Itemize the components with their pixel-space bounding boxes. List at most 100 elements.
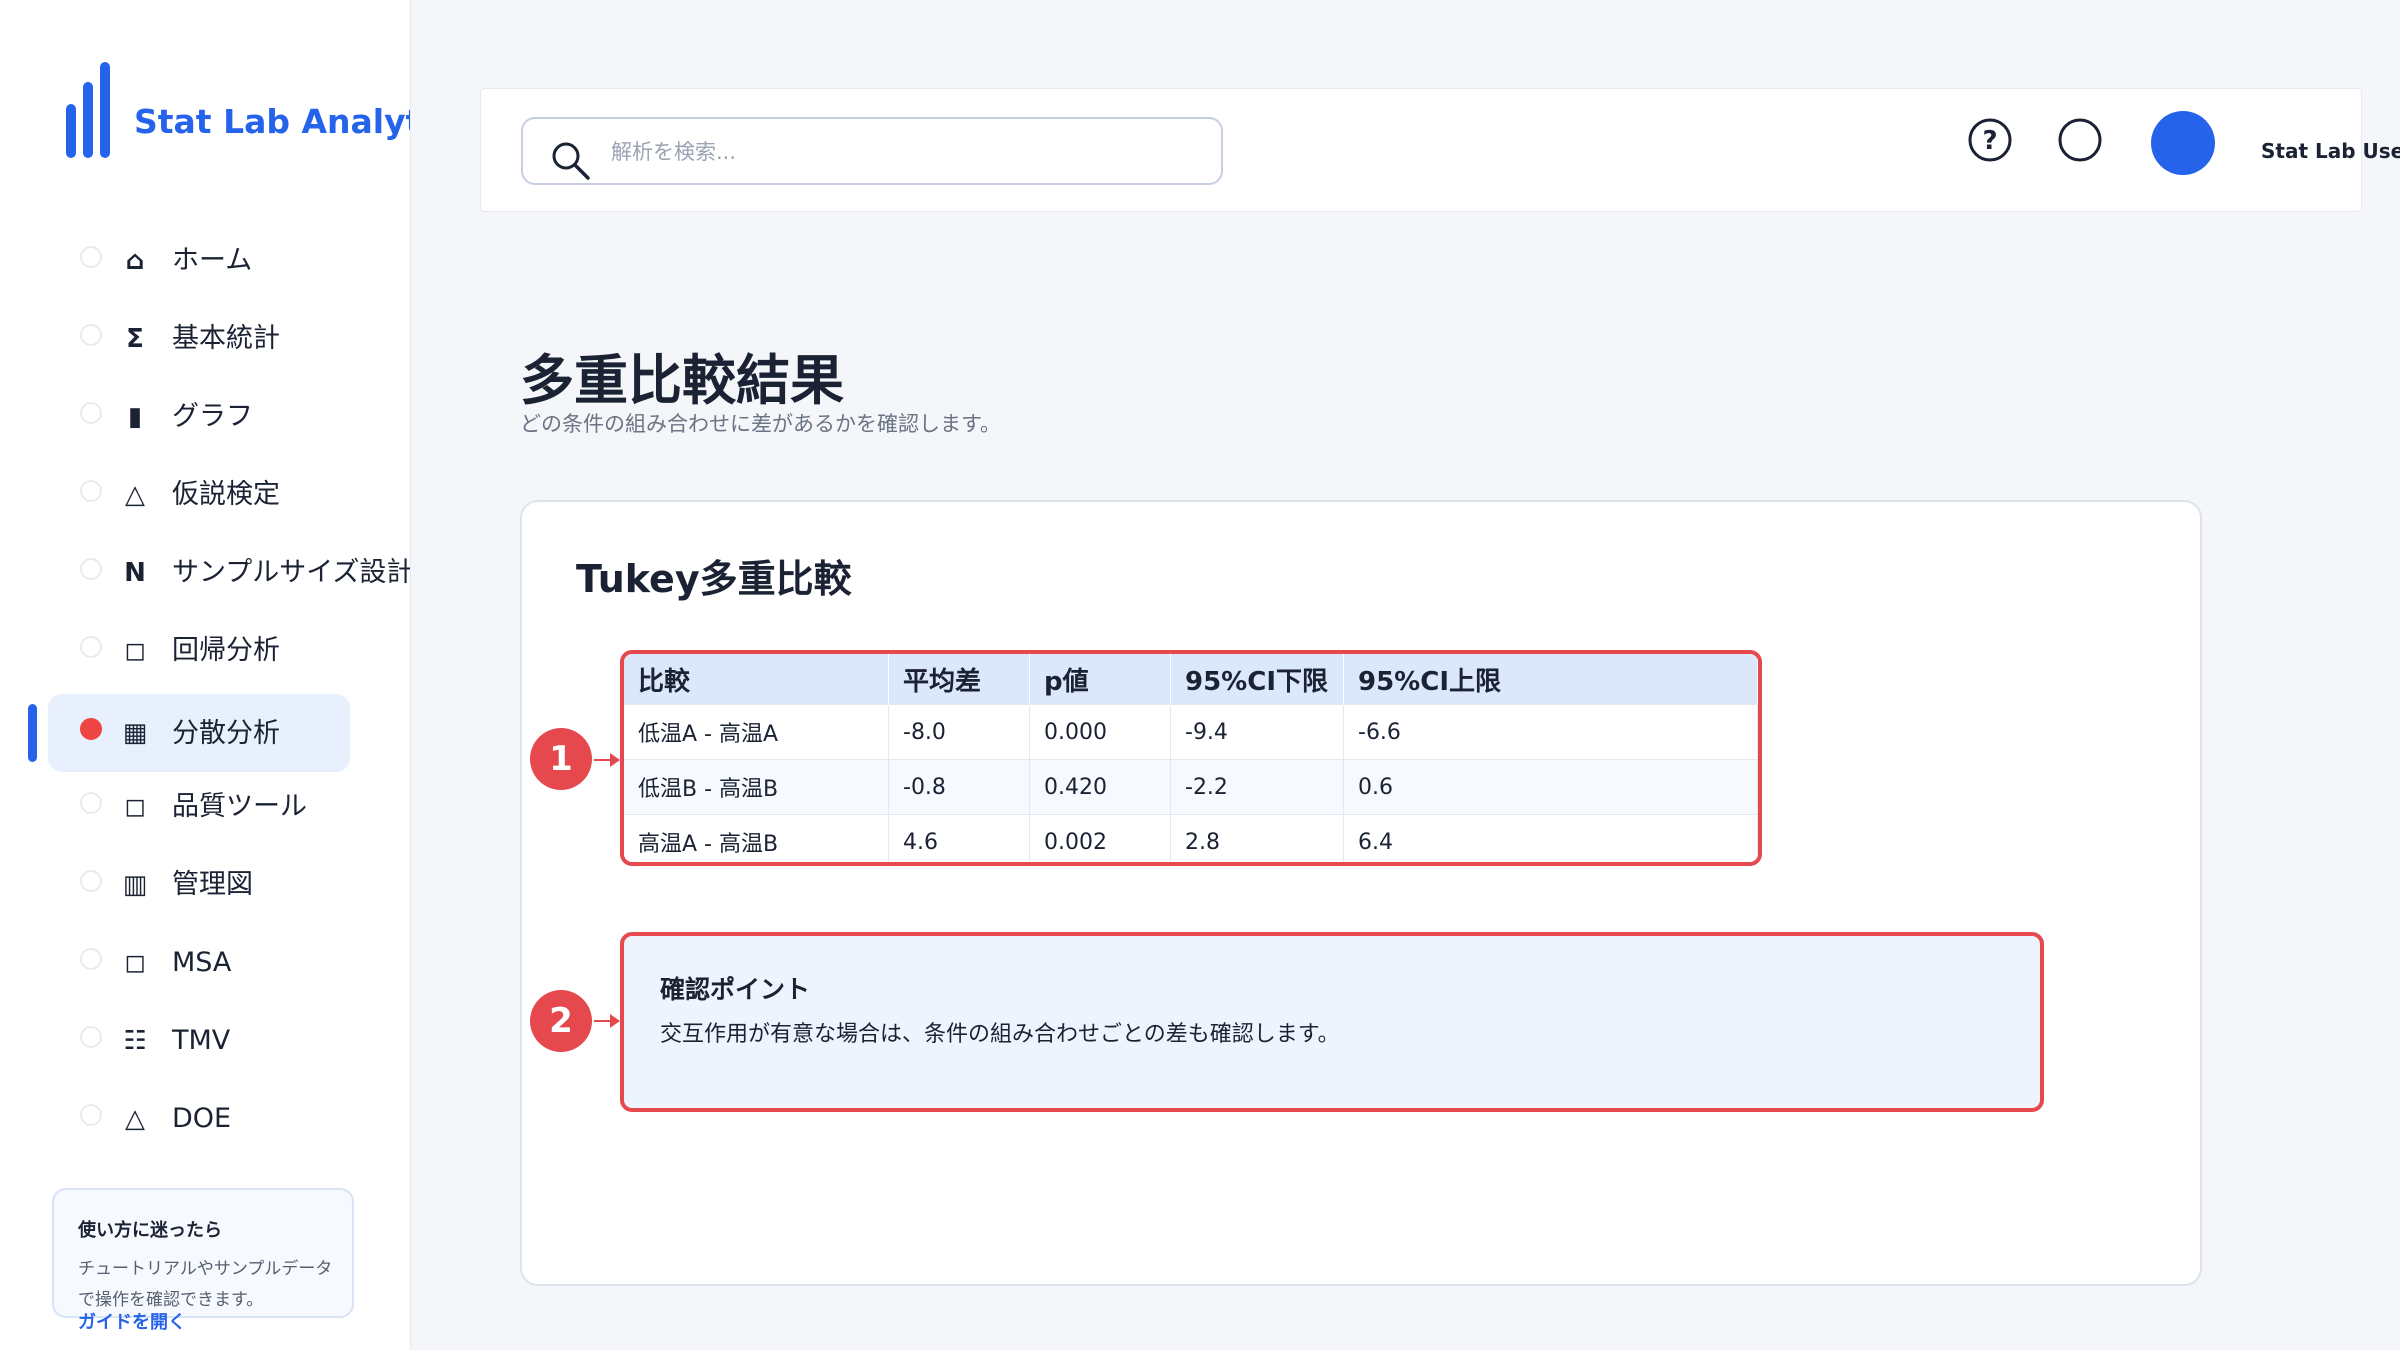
status-dot	[80, 718, 102, 740]
table-cell: 0.420	[1029, 759, 1171, 815]
status-dot	[80, 948, 102, 970]
help-icon[interactable]: ?	[1967, 117, 2013, 163]
check-point-callout: 確認ポイント 交互作用が有意な場合は、条件の組み合わせごとの差も確認します。	[620, 932, 2044, 1112]
sidebar-item[interactable]: ▮ グラフ	[0, 378, 410, 456]
home-icon: ⌂	[125, 246, 145, 276]
logo-icon	[66, 62, 110, 158]
column-header: 比較	[624, 654, 889, 705]
notification-icon[interactable]	[2057, 117, 2103, 163]
sidebar-item-label: 管理図	[172, 869, 253, 900]
table-row: 低温A - 高温A -8.0 0.000 -9.4 -6.6	[624, 704, 1758, 760]
table-cell: 0.002	[1029, 814, 1171, 862]
sidebar-item-label: DOE	[172, 1103, 232, 1134]
status-dot	[80, 870, 102, 892]
sidebar-item-label: TMV	[172, 1025, 231, 1056]
search-box[interactable]	[521, 117, 1223, 185]
n-icon: N	[124, 558, 146, 588]
sidebar-item[interactable]: ◻ 品質ツール	[0, 768, 410, 846]
annotation-marker-2: 2	[530, 990, 592, 1052]
card-title: Tukey多重比較	[576, 557, 852, 601]
sidebar-item[interactable]: ☷ TMV	[0, 1002, 410, 1080]
sidebar-item[interactable]: ▦ 分散分析	[0, 690, 410, 772]
table-cell: -8.0	[888, 704, 1030, 760]
page-subtitle: どの条件の組み合わせに差があるかを確認します。	[520, 412, 1001, 436]
sidebar-item[interactable]: △ DOE	[0, 1080, 410, 1158]
sidebar-item-label: サンプルサイズ設計	[172, 557, 411, 588]
sidebar-item[interactable]: N サンプルサイズ設計	[0, 534, 410, 612]
comparison-table: 比較 平均差 p値 95%CI下限 95%CI上限 低温A - 高温A -8.0 0.000…	[620, 650, 1762, 866]
page-title: 多重比較結果	[520, 349, 844, 412]
sidebar-item-label: 回帰分析	[172, 635, 280, 666]
open-guide-link[interactable]: ガイドを開く	[78, 1308, 186, 1334]
search-input[interactable]	[609, 133, 1193, 171]
status-dot	[80, 558, 102, 580]
column-header: 平均差	[888, 654, 1030, 705]
sidebar-item-label: 分散分析	[172, 718, 280, 749]
sidebar-item[interactable]: Σ 基本統計	[0, 300, 410, 378]
column-header: 95%CI上限	[1343, 654, 1758, 705]
annotation-marker-1: 1	[530, 728, 592, 790]
table-cell: -9.4	[1170, 704, 1344, 760]
callout-title: 確認ポイント	[660, 975, 811, 1004]
square-icon: ◻	[124, 948, 146, 978]
status-dot	[80, 402, 102, 424]
table-cell: -0.8	[888, 759, 1030, 815]
table-row: 高温A - 高温B 4.6 0.002 2.8 6.4	[624, 814, 1758, 862]
sidebar-item-label: MSA	[172, 947, 232, 978]
sidebar-item[interactable]: ⌂ ホーム	[0, 222, 410, 300]
status-dot	[80, 636, 102, 658]
annotation-arrow-1	[594, 753, 620, 767]
columns-icon: ▥	[122, 870, 148, 900]
help-description: チュートリアルやサンプルデータで操作を確認できます。	[78, 1259, 333, 1310]
status-dot	[80, 1026, 102, 1048]
avatar[interactable]	[2151, 111, 2215, 175]
top-header: ? Stat Lab User	[480, 88, 2400, 212]
help-card: 使い方に迷ったら チュートリアルやサンプルデータで操作を確認できます。	[52, 1188, 354, 1318]
grid-icon: ▦	[122, 718, 148, 748]
sidebar-item[interactable]: ◻ 回帰分析	[0, 612, 410, 690]
list-icon: ☷	[123, 1026, 147, 1056]
sidebar-item-label: 仮説検定	[172, 479, 280, 510]
table-cell: -2.2	[1170, 759, 1344, 815]
table-cell: 4.6	[888, 814, 1030, 862]
table-body: 低温A - 高温A -8.0 0.000 -9.4 -6.6 低温B - 高温B -0.8 0…	[624, 704, 1758, 862]
status-dot	[80, 324, 102, 346]
sidebar-item[interactable]: △ 仮説検定	[0, 456, 410, 534]
user-name: Stat Lab User	[2261, 139, 2400, 163]
table-cell: 低温A - 高温A	[624, 704, 889, 760]
callout-text: 交互作用が有意な場合は、条件の組み合わせごとの差も確認します。	[660, 1022, 1340, 1047]
triangle-icon: △	[125, 1104, 145, 1134]
sigma-icon: Σ	[126, 324, 144, 354]
sidebar-item-label: 基本統計	[172, 323, 280, 354]
table-cell: -6.6	[1343, 704, 1758, 760]
sidebar-item-label: ホーム	[172, 245, 253, 276]
annotation-arrow-2	[594, 1014, 620, 1028]
table-cell: 低温B - 高温B	[624, 759, 889, 815]
sidebar: Stat Lab Analytics ⌂ ホーム Σ 基本統計 ▮ グラフ △ 仮説検定 N サン…	[0, 0, 411, 1350]
sidebar-item-label: グラフ	[172, 401, 253, 432]
table-cell: 0.000	[1029, 704, 1171, 760]
sidebar-nav: ⌂ ホーム Σ 基本統計 ▮ グラフ △ 仮説検定 N サンプルサイズ設計 ◻ 回帰分析 ▦ 分散分析 ◻ 品…	[0, 222, 410, 1158]
column-header: 95%CI下限	[1170, 654, 1344, 705]
status-dot	[80, 792, 102, 814]
bar-chart-icon: ▮	[127, 402, 143, 432]
status-dot	[80, 246, 102, 268]
svg-text:?: ?	[1982, 126, 1997, 156]
help-title: 使い方に迷ったら	[78, 1220, 222, 1241]
square-icon: ◻	[124, 636, 146, 666]
table-row: 低温B - 高温B -0.8 0.420 -2.2 0.6	[624, 759, 1758, 815]
search-icon	[552, 142, 590, 180]
results-card: Tukey多重比較 1 比較 平均差 p値 95%CI下限 95%CI上限 低温A - …	[520, 500, 2202, 1286]
column-header: p値	[1029, 654, 1171, 705]
table-cell: 0.6	[1343, 759, 1758, 815]
sidebar-item[interactable]: ◻ MSA	[0, 924, 410, 1002]
square-icon: ◻	[124, 792, 146, 822]
active-item-indicator	[28, 704, 37, 762]
sidebar-item-label: 品質ツール	[172, 791, 307, 822]
status-dot	[80, 480, 102, 502]
table-cell: 高温A - 高温B	[624, 814, 889, 862]
app-name: Stat Lab Analytics	[134, 102, 410, 141]
sidebar-item[interactable]: ▥ 管理図	[0, 846, 410, 924]
table-cell: 6.4	[1343, 814, 1758, 862]
table-header-row: 比較 平均差 p値 95%CI下限 95%CI上限	[624, 654, 1758, 705]
